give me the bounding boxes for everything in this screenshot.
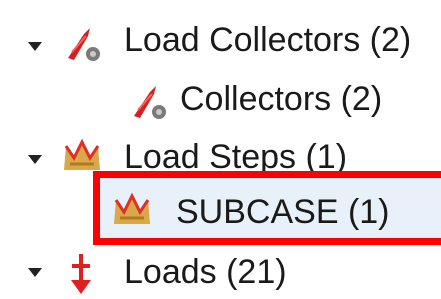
load-icon xyxy=(71,254,91,294)
tree-item-label: Collectors (2) xyxy=(180,80,383,118)
tree-item-label: Load Steps (1) xyxy=(124,138,348,176)
load-collector-icon xyxy=(134,86,166,119)
tree-item-label: Load Collectors (2) xyxy=(124,21,412,59)
expand-caret-icon[interactable] xyxy=(28,155,42,164)
red-highlight-box xyxy=(93,171,441,245)
expand-caret-icon[interactable] xyxy=(28,268,42,277)
tree-item-label: Loads (21) xyxy=(124,253,287,291)
load-collector-icon xyxy=(68,28,100,61)
expand-caret-icon[interactable] xyxy=(28,42,42,51)
